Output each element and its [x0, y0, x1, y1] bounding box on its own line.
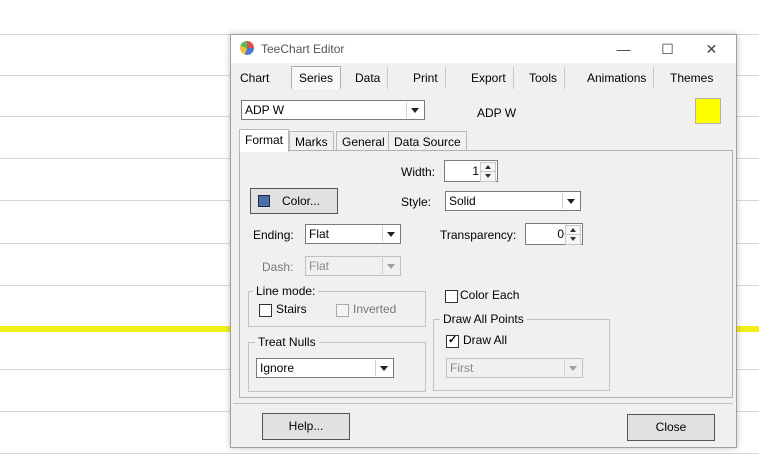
inverted-checkbox[interactable]: [336, 304, 349, 317]
dash-value: Flat: [309, 259, 330, 273]
stairs-label: Stairs: [276, 302, 307, 316]
chevron-down-icon[interactable]: [406, 102, 423, 118]
transparency-label: Transparency:: [440, 228, 517, 242]
chevron-down-icon[interactable]: [562, 193, 579, 209]
draw-all-label: Draw All: [463, 333, 508, 347]
inverted-label: Inverted: [353, 302, 397, 316]
draw-all-points-value: First: [450, 361, 474, 375]
tab-print[interactable]: Print: [406, 67, 446, 89]
chevron-down-icon[interactable]: [564, 360, 581, 376]
chevron-down-icon[interactable]: [382, 226, 399, 242]
treat-nulls-value: Ignore: [260, 361, 295, 375]
line-mode-title: Line mode:: [253, 284, 319, 298]
spin-down-icon[interactable]: [565, 234, 581, 245]
draw-all-points-group: Draw All Points Draw All First: [433, 312, 610, 391]
minimize-button[interactable]: —: [601, 35, 646, 63]
close-button[interactable]: Close: [627, 414, 715, 441]
help-button[interactable]: Help...: [262, 413, 350, 440]
teechart-editor-dialog: TeeChart Editor — ☐ ✕ Chart Series Data …: [230, 34, 737, 448]
transparency-stepper[interactable]: 0: [525, 223, 583, 245]
chevron-down-icon[interactable]: [382, 258, 399, 274]
spin-down-icon[interactable]: [480, 171, 496, 182]
series-title: ADP W: [477, 106, 517, 120]
ending-value: Flat: [309, 227, 330, 241]
style-select[interactable]: Solid: [445, 191, 581, 211]
ending-select[interactable]: Flat: [305, 224, 401, 244]
draw-all-points-select[interactable]: First: [446, 358, 583, 378]
series-select[interactable]: ADP W: [241, 100, 425, 120]
subtab-marks[interactable]: Marks: [289, 131, 334, 152]
color-button-label: Color...: [281, 194, 320, 208]
treat-nulls-group: Treat Nulls Ignore: [248, 335, 426, 392]
chevron-down-icon[interactable]: [375, 360, 392, 376]
teechart-logo-icon: [240, 41, 254, 55]
tab-chart[interactable]: Chart: [233, 67, 276, 89]
treat-nulls-title: Treat Nulls: [255, 335, 319, 349]
line-mode-group: Line mode: Stairs Inverted: [248, 284, 426, 327]
stairs-checkbox[interactable]: [259, 304, 272, 317]
chart-gridline: [0, 453, 759, 454]
tab-data[interactable]: Data: [348, 67, 389, 89]
close-window-button[interactable]: ✕: [689, 35, 734, 63]
dash-label: Dash:: [262, 260, 294, 274]
tab-series[interactable]: Series: [291, 66, 342, 89]
tab-animations[interactable]: Animations: [580, 67, 655, 89]
draw-all-checkbox[interactable]: [446, 333, 459, 348]
ending-label: Ending:: [253, 228, 294, 242]
transparency-value: 0: [557, 227, 564, 241]
width-value: 1: [472, 164, 479, 178]
color-each-label: Color Each: [460, 288, 520, 302]
subtab-format[interactable]: Format: [239, 129, 290, 152]
color-each-checkbox[interactable]: [445, 290, 458, 303]
window-title: TeeChart Editor: [261, 42, 345, 56]
style-label: Style:: [401, 195, 432, 209]
maximize-button[interactable]: ☐: [645, 35, 690, 63]
color-button[interactable]: Color...: [250, 188, 338, 214]
tab-tools[interactable]: Tools: [522, 67, 566, 89]
width-label: Width:: [401, 165, 436, 179]
width-stepper[interactable]: 1: [444, 160, 498, 182]
series-select-value: ADP W: [245, 103, 285, 117]
draw-all-points-title: Draw All Points: [440, 312, 527, 326]
series-color-swatch[interactable]: [695, 98, 721, 124]
line-color-swatch: [258, 195, 270, 207]
subtab-general[interactable]: General: [336, 131, 391, 152]
tab-export[interactable]: Export: [464, 67, 514, 89]
subtab-data-source[interactable]: Data Source: [388, 131, 467, 152]
style-value: Solid: [449, 194, 476, 208]
dash-select[interactable]: Flat: [305, 256, 401, 276]
treat-nulls-select[interactable]: Ignore: [256, 358, 394, 378]
title-bar: TeeChart Editor — ☐ ✕: [231, 35, 736, 63]
tab-themes[interactable]: Themes: [663, 67, 720, 89]
